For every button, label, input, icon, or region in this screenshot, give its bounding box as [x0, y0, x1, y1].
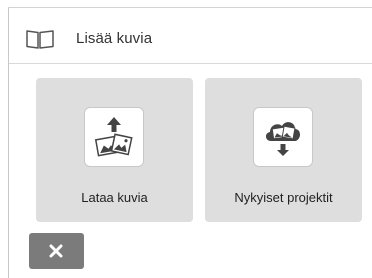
- current-projects-tile[interactable]: Nykyiset projektit: [205, 78, 362, 222]
- dialog-title: Lisää kuvia: [76, 30, 153, 47]
- add-photos-dialog: Lisää kuvia Lataa kuvia Nykyiset projekt…: [8, 7, 372, 278]
- cloud-download-icon: [253, 107, 313, 167]
- close-icon: [49, 244, 63, 258]
- upload-photos-label: Lataa kuvia: [81, 190, 148, 205]
- close-button[interactable]: [29, 233, 84, 269]
- upload-photos-icon: [84, 107, 144, 167]
- current-projects-label: Nykyiset projektit: [234, 190, 333, 205]
- background: [0, 0, 8, 278]
- dialog-header: Lisää kuvia: [9, 8, 372, 64]
- photos-icon: [25, 28, 55, 50]
- upload-photos-tile[interactable]: Lataa kuvia: [36, 78, 193, 222]
